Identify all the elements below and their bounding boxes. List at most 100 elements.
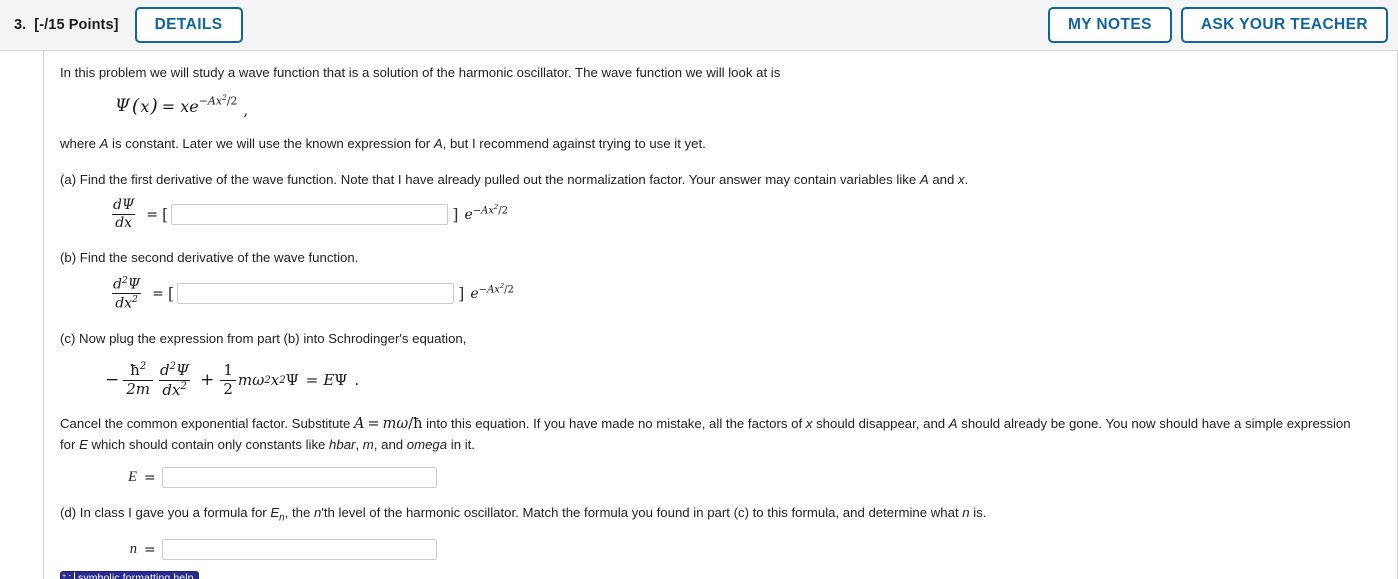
left-divider [43,51,44,579]
mass-symbol: m [237,371,253,390]
part-d-En: En [270,505,285,525]
schrodinger-plus: + [200,370,215,391]
part-d-prompt-4: is. [969,505,987,521]
details-button[interactable]: DETAILS [134,6,243,44]
question-number: 3. [14,17,27,33]
schrodinger-minus: − [105,370,120,391]
omega-symbol: ω [252,371,265,390]
second-derivative-fraction: d2Ψ dx2 [110,276,143,312]
schrodinger-equals: = [305,371,319,390]
energy-equals: = [144,469,156,486]
part-b-close-bracket: ] [458,284,465,304]
part-b-prompt: (b) Find the second derivative of the wa… [60,249,359,265]
energy-answer-input[interactable] [161,467,437,489]
svg-text:+: + [62,573,66,579]
rparen: ) [150,95,158,118]
schrodinger-equation: − ħ2 2m d2Ψ dx2 + 1 2 m ω 2 x 2 Ψ = E Ψ … [60,360,1389,399]
second-derivative-numerator: d2Ψ [113,274,141,293]
part-a-exp-e: e [464,206,473,223]
part-d-prompt: (d) In class I gave you a formula for En… [60,503,1389,526]
schrodinger-period: . [354,371,360,390]
first-derivative-numerator: dΨ [113,197,135,214]
symbolic-help-label: symbolic formatting help [78,572,194,579]
part-a-equals: = [146,206,158,223]
part-c-par-omega: omega [406,437,448,453]
part-a-answer-input[interactable] [171,204,449,226]
one-half-numerator: 1 [223,360,233,379]
const-note-2: is constant. Later we will use the known… [108,136,434,152]
d2psi-numerator: d2Ψ [160,360,190,379]
const-note-3: , but I recommend against trying to use … [442,136,706,152]
part-a-exponent: −Ax2/2 [472,202,508,217]
part-d-prompt-n2: n [962,505,970,521]
part-d-prompt-3: 'th level of the harmonic oscillator. Ma… [321,505,963,521]
part-a-answer-row: dΨ dx = [ ] e −Ax2/2 [60,198,1389,230]
part-d-prompt-1: (d) In class I gave you a formula for [60,505,271,521]
ask-your-teacher-button[interactable]: ASK YOUR TEACHER [1180,6,1388,44]
n-answer-row: n = [60,539,1389,561]
energy-symbol: E [323,371,335,390]
substitution-expression: A = mω/ħ [353,416,423,433]
psi-lhs: Ψ [285,371,299,390]
one-half-fraction: 1 2 [220,360,236,398]
part-d-prompt-2: , the [284,505,314,521]
const-note-1: where [60,136,100,152]
wavefunction-e: e [189,96,199,116]
psi-symbol: Ψ [115,96,130,117]
symbolic-formatting-help-button[interactable]: + - x symbolic formatting help [60,571,199,579]
second-derivative-denominator: dx2 [112,293,141,311]
part-c-par-A: A [948,416,958,432]
part-c-par-2: into this equation. If you have made no … [422,416,806,432]
part-b-open-bracket: [ [167,284,175,304]
n-equals: = [144,541,156,558]
psi-rhs: Ψ [334,371,348,390]
part-a-prompt-2: and [928,172,958,188]
part-c-par-6: , [355,437,363,453]
symbolic-help-row: + - x symbolic formatting help [60,571,1389,579]
part-b-exp-e: e [470,285,479,302]
lparen: ( [131,95,140,118]
d2psi-dx2-fraction: d2Ψ dx2 [157,360,192,399]
part-a-prompt-1: (a) Find the first derivative of the wav… [60,172,920,188]
part-a-close-bracket: ] [452,205,459,225]
part-a-prompt-A: A [919,172,929,188]
part-c-paragraph: Cancel the common exponential factor. Su… [60,414,1360,454]
wavefunction-x: x [180,96,190,116]
part-a-open-bracket: [ [161,205,169,225]
trailing-comma: , [243,101,249,120]
question-page: 3. [-/15 Points] DETAILS MY NOTES ASK YO… [0,0,1398,579]
hbar-over-2m-fraction: ħ2 2m [123,361,154,398]
part-c-par-1: Cancel the common exponential factor. Su… [60,416,354,432]
header-actions: MY NOTES ASK YOUR TEACHER [1047,6,1390,44]
part-b-exponent: −Ax2/2 [478,282,514,296]
part-b-answer-row: d2Ψ dx2 = [ ] e −Ax2/2 [60,276,1389,312]
part-a-prompt-3: . [964,172,969,188]
intro-paragraph: In this problem we will study a wave fun… [60,65,781,80]
constant-note-paragraph: where A is constant. Later we will use t… [60,134,1389,153]
question-content: In this problem we will study a wave fun… [60,51,1389,579]
part-c-par-7: , and [373,437,407,453]
part-c-par-8: in it. [447,437,475,453]
two-m: 2m [123,380,154,398]
energy-answer-row: E = [60,467,1389,489]
part-c-par-E: E [79,437,88,453]
dx2-denominator: dx2 [159,379,190,399]
hbar-squared: ħ2 [130,361,147,380]
svg-text:-: - [69,573,72,579]
first-derivative-fraction: dΨ dx [110,198,137,230]
wavefunction-equation: Ψ ( x ) = x e −Ax2/2 , [60,93,1389,120]
equals-sign: = [161,96,176,116]
one-half-denominator: 2 [220,379,236,398]
energy-label: E [128,469,137,486]
math-symbols-icon: + - x [61,572,75,579]
part-c-par-3: should disappear, and [812,416,949,432]
part-b-answer-input[interactable] [177,283,455,305]
question-body: In this problem we will study a wave fun… [0,51,1398,579]
my-notes-button[interactable]: MY NOTES [1047,6,1172,44]
part-a-prompt-x: x [958,172,965,188]
n-label: n [129,541,137,558]
n-answer-input[interactable] [161,539,437,561]
part-c-par-hbar: hbar [329,437,356,453]
part-b-equals: = [152,285,164,302]
part-c-par-5: which should contain only constants like [87,437,330,453]
